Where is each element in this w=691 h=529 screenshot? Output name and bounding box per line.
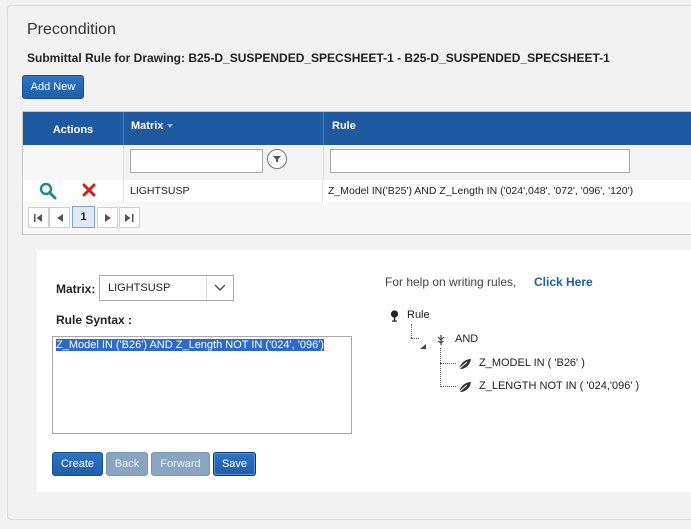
sort-arrow-icon[interactable] (167, 124, 174, 128)
filter-cell-matrix (123, 145, 324, 180)
tree-connector (411, 324, 412, 338)
last-page-icon[interactable] (119, 207, 140, 228)
tree-root-icon[interactable] (389, 309, 400, 327)
matrix-select-value: LIGHTSUSP (108, 282, 171, 294)
column-header-matrix[interactable]: Matrix (123, 112, 323, 145)
row-matrix-cell: LIGHTSUSP (123, 180, 323, 202)
tree-collapse-icon[interactable] (420, 336, 426, 354)
column-header-actions-label: Actions (52, 123, 94, 136)
rule-filter-input[interactable] (330, 149, 630, 173)
column-header-rule-label: Rule (332, 120, 356, 132)
back-button[interactable]: Back (106, 452, 148, 476)
current-page[interactable]: 1 (72, 206, 95, 228)
forward-button[interactable]: Forward (151, 452, 210, 476)
rules-grid: Actions Matrix Rule LIGHTSUSP Z_Model IN… (22, 111, 691, 235)
first-page-icon[interactable] (28, 207, 49, 228)
tree-branch-icon (436, 333, 446, 351)
rule-syntax-label: Rule Syntax : (56, 313, 133, 327)
column-header-matrix-label: Matrix (131, 120, 164, 132)
table-row[interactable]: LIGHTSUSP Z_Model IN('B25') AND Z_Length… (23, 180, 691, 203)
page-subtitle: Submittal Rule for Drawing: B25-D_SUSPEN… (27, 51, 610, 65)
tree-condition-1[interactable]: Z_MODEL IN ( 'B26' ) (479, 357, 585, 369)
help-text: For help on writing rules, (385, 275, 517, 289)
leaf-icon (458, 357, 472, 375)
tree-condition-2[interactable]: Z_LENGTH NOT IN ( '024,'096' ) (479, 380, 639, 392)
create-button[interactable]: Create (52, 452, 103, 476)
column-header-rule[interactable]: Rule (323, 112, 691, 145)
matrix-select[interactable]: LIGHTSUSP (99, 275, 234, 301)
grid-header: Actions Matrix Rule (23, 112, 691, 145)
filter-row (23, 145, 691, 181)
filter-icon[interactable] (267, 149, 287, 169)
tree-operator-label[interactable]: AND (455, 333, 478, 345)
add-new-button[interactable]: Add New (22, 75, 84, 99)
tree-root-label[interactable]: Rule (407, 309, 430, 321)
row-rule-cell: Z_Model IN('B25') AND Z_Length IN ('024'… (328, 185, 634, 197)
rule-syntax-text: Z_Model IN ('B26') AND Z_Length NOT IN (… (56, 339, 324, 351)
page-title: Precondition (27, 21, 116, 38)
tree-connector (440, 363, 456, 364)
tree-connector (440, 386, 456, 387)
filter-cell-actions (23, 145, 124, 180)
tree-connector (411, 338, 419, 339)
row-actions (23, 180, 124, 202)
tree-connector (440, 348, 441, 385)
delete-icon[interactable] (82, 183, 96, 202)
chevron-down-icon[interactable] (206, 276, 233, 300)
pager: 1 (23, 202, 691, 234)
rule-syntax-textarea[interactable]: Z_Model IN ('B26') AND Z_Length NOT IN (… (52, 336, 352, 434)
next-page-icon[interactable] (97, 207, 118, 228)
matrix-label: Matrix: (56, 282, 96, 296)
help-link[interactable]: Click Here (534, 275, 593, 289)
matrix-filter-input[interactable] (130, 149, 263, 173)
save-button[interactable]: Save (213, 452, 256, 476)
prev-page-icon[interactable] (49, 207, 70, 228)
column-header-actions: Actions (23, 112, 123, 145)
leaf-icon (458, 380, 472, 398)
